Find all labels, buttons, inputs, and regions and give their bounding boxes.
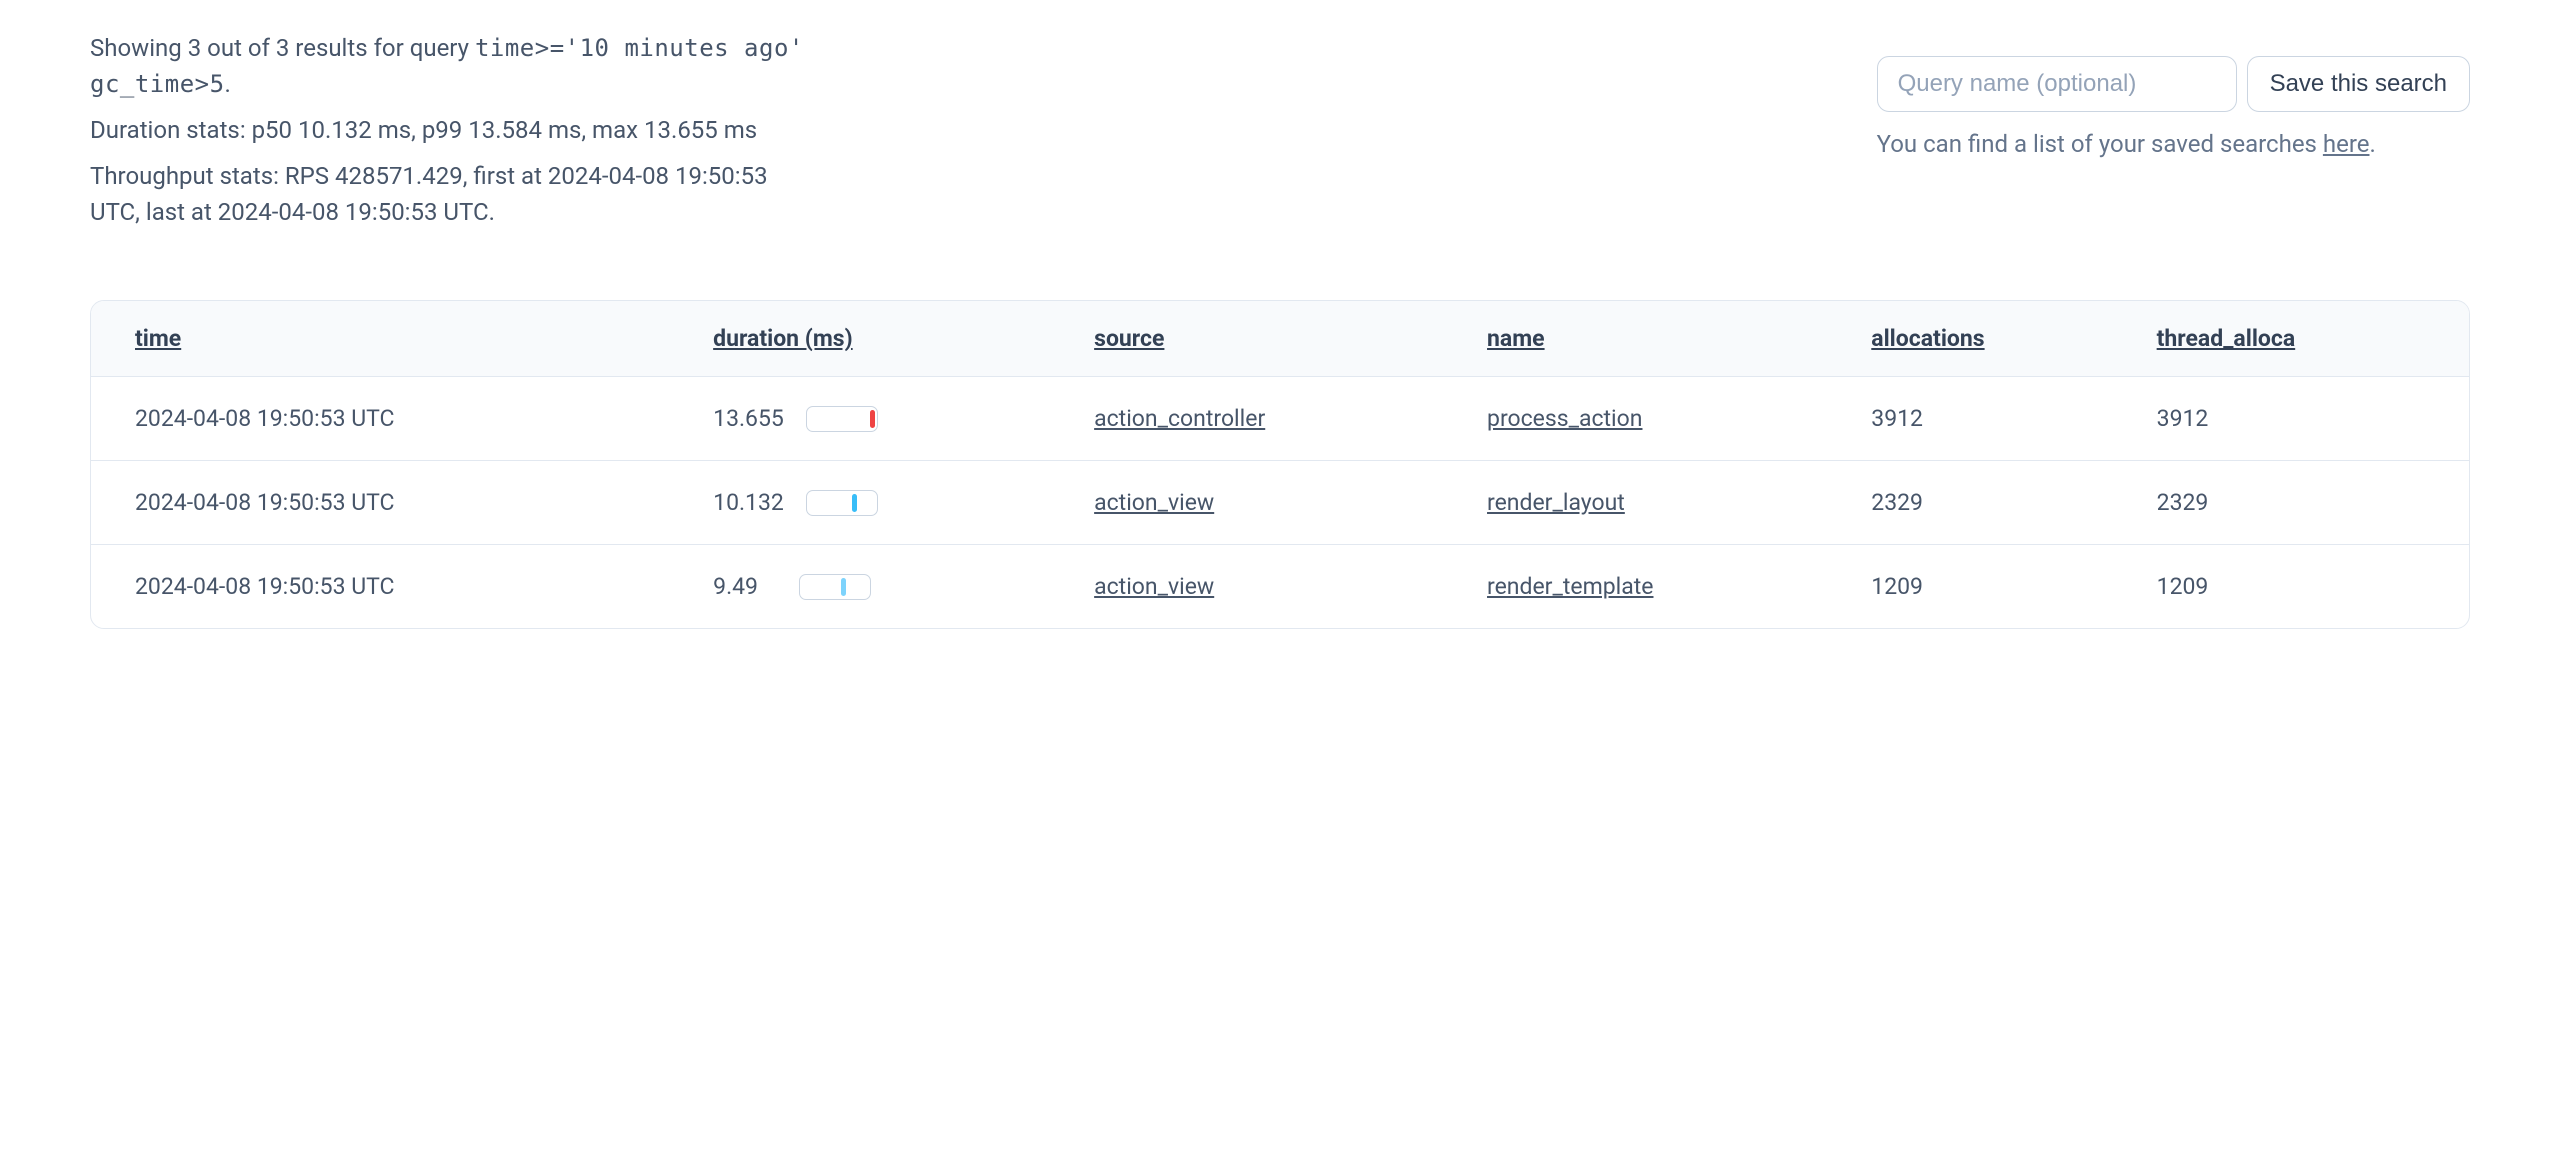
- saved-searches-hint: You can find a list of your saved search…: [1877, 130, 2376, 158]
- save-search-panel: Save this search You can find a list of …: [1877, 30, 2470, 158]
- duration-bar: [806, 490, 878, 516]
- table-row: 2024-04-08 19:50:53 UTC 10.132 action_view…: [91, 461, 2469, 545]
- cell-source[interactable]: action_view: [1074, 545, 1467, 629]
- cell-time: 2024-04-08 19:50:53 UTC: [91, 377, 693, 461]
- cell-thread-allocations: 2329: [2137, 461, 2469, 545]
- cell-source[interactable]: action_controller: [1074, 377, 1467, 461]
- cell-time: 2024-04-08 19:50:53 UTC: [91, 461, 693, 545]
- cell-duration: 10.132: [693, 461, 1074, 545]
- duration-bar: [799, 574, 871, 600]
- duration-marker: [852, 494, 857, 512]
- results-prefix: Showing 3 out of 3 results for query: [90, 34, 475, 62]
- col-header-allocations[interactable]: allocations: [1851, 301, 2136, 377]
- save-search-button[interactable]: Save this search: [2247, 56, 2470, 112]
- results-table-container: time duration (ms) source name allocatio…: [90, 300, 2470, 629]
- duration-stats: Duration stats: p50 10.132 ms, p99 13.58…: [90, 112, 810, 148]
- duration-bar: [806, 406, 878, 432]
- summary-text: Showing 3 out of 3 results for query tim…: [90, 30, 810, 240]
- cell-allocations: 1209: [1851, 545, 2136, 629]
- col-header-time[interactable]: time: [91, 301, 693, 377]
- col-header-duration[interactable]: duration (ms): [693, 301, 1074, 377]
- results-table: time duration (ms) source name allocatio…: [91, 301, 2469, 628]
- cell-name[interactable]: render_layout: [1467, 461, 1851, 545]
- duration-value: 10.132: [713, 489, 784, 516]
- cell-name[interactable]: render_template: [1467, 545, 1851, 629]
- saved-searches-link[interactable]: here: [2323, 130, 2370, 158]
- duration-value: 9.49: [713, 573, 777, 600]
- duration-value: 13.655: [713, 405, 784, 432]
- cell-thread-allocations: 3912: [2137, 377, 2469, 461]
- cell-source[interactable]: action_view: [1074, 461, 1467, 545]
- col-header-name[interactable]: name: [1467, 301, 1851, 377]
- table-row: 2024-04-08 19:50:53 UTC 13.655 action_cont…: [91, 377, 2469, 461]
- cell-allocations: 3912: [1851, 377, 2136, 461]
- cell-name[interactable]: process_action: [1467, 377, 1851, 461]
- duration-marker: [870, 410, 875, 428]
- cell-duration: 9.49: [693, 545, 1074, 629]
- results-line: Showing 3 out of 3 results for query tim…: [90, 30, 810, 102]
- table-row: 2024-04-08 19:50:53 UTC 9.49 action_viewre…: [91, 545, 2469, 629]
- col-header-source[interactable]: source: [1074, 301, 1467, 377]
- duration-marker: [841, 578, 846, 596]
- throughput-stats: Throughput stats: RPS 428571.429, first …: [90, 158, 810, 230]
- cell-time: 2024-04-08 19:50:53 UTC: [91, 545, 693, 629]
- results-suffix: .: [225, 70, 231, 98]
- col-header-thread-allocations[interactable]: thread_alloca: [2137, 301, 2469, 377]
- cell-thread-allocations: 1209: [2137, 545, 2469, 629]
- cell-allocations: 2329: [1851, 461, 2136, 545]
- cell-duration: 13.655: [693, 377, 1074, 461]
- query-name-input[interactable]: [1877, 56, 2237, 112]
